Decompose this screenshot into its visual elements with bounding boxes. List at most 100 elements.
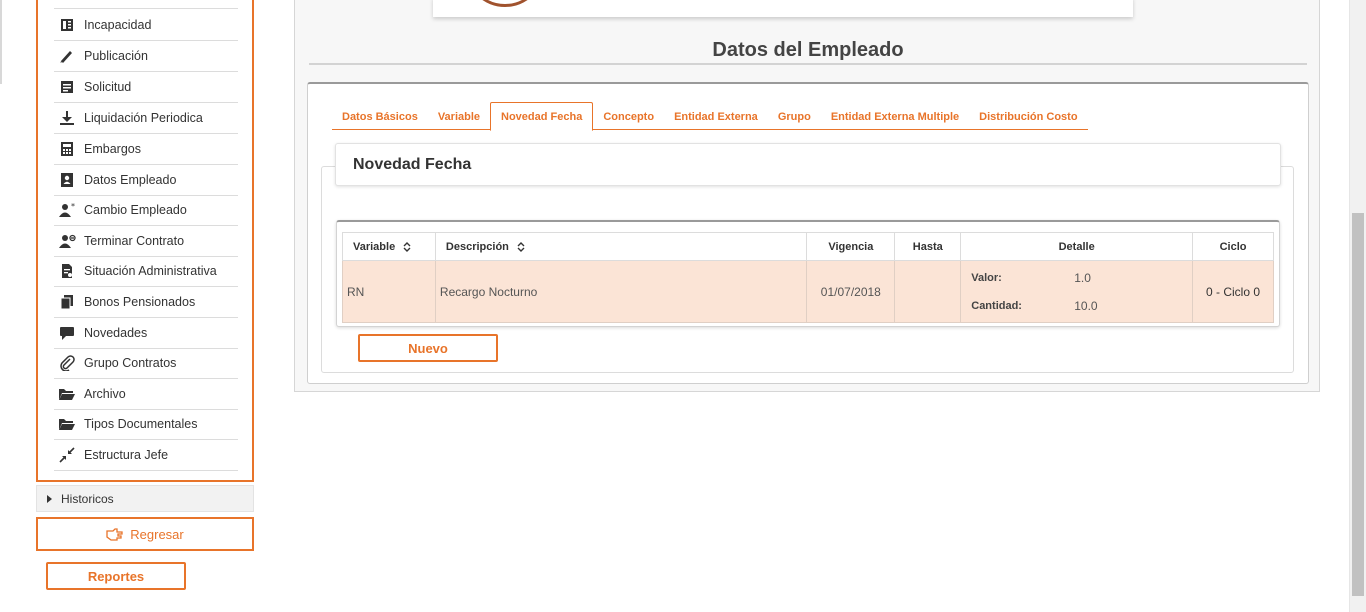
- regresar-label: Regresar: [130, 526, 184, 542]
- reportes-button[interactable]: Reportes: [46, 562, 186, 590]
- regresar-button[interactable]: Regresar: [36, 517, 254, 551]
- novedad-table-container: Variable Descripción Vigencia Hasta Deta…: [336, 220, 1280, 327]
- avatar: [465, 0, 545, 7]
- cantidad-label: Cantidad:: [971, 299, 1022, 312]
- sidebar-item-liquidacion-periodica[interactable]: Liquidación Periodica: [54, 103, 238, 134]
- scrollbar-thumb[interactable]: [1352, 213, 1364, 596]
- sidebar-item-solicitud[interactable]: Solicitud: [54, 72, 238, 103]
- caret-right-icon: [47, 494, 52, 503]
- cell-ciclo: 0 - Ciclo 0: [1192, 260, 1274, 323]
- detalle-cantidad: Cantidad: 10.0: [962, 292, 1191, 320]
- profile-card: [433, 0, 1133, 17]
- sidebar-item-situacion-administrativa[interactable]: Situación Administrativa: [54, 256, 238, 287]
- detalle-valor: Valor: 1.0: [962, 264, 1191, 292]
- cell-hasta: [894, 260, 962, 323]
- calculator-icon: [54, 141, 80, 157]
- employee-panel: Datos del Empleado Datos Básicos Variabl…: [294, 0, 1320, 392]
- sidebar-item-label: Tipos Documentales: [84, 417, 198, 431]
- sidebar-item-datos-empleado[interactable]: Datos Empleado: [54, 165, 238, 196]
- book-icon: [54, 17, 80, 33]
- sidebar-item-tipos-documentales[interactable]: Tipos Documentales: [54, 409, 238, 440]
- page-title: Datos del Empleado: [712, 39, 904, 61]
- tab-bar: Datos Básicos Variable Novedad Fecha Con…: [332, 102, 1088, 131]
- tab-grupo[interactable]: Grupo: [768, 104, 821, 130]
- column-header-detalle: Detalle: [960, 232, 1194, 261]
- sidebar-item-label: Publicación: [84, 49, 148, 63]
- sidebar-item-label: Embargos: [84, 142, 141, 156]
- cell-descripcion: Recargo Nocturno: [434, 260, 808, 323]
- column-header-hasta: Hasta: [894, 232, 962, 261]
- sidebar-item-terminar-contrato[interactable]: Terminar Contrato: [54, 226, 238, 257]
- historicos-toggle[interactable]: Historicos: [36, 485, 254, 512]
- hand-pointing-icon: [106, 528, 123, 541]
- sidebar-item-label: Datos Empleado: [84, 173, 177, 187]
- file-report-icon: [54, 263, 80, 279]
- tab-novedad-fecha[interactable]: Novedad Fecha: [490, 102, 594, 131]
- novedad-table: Variable Descripción Vigencia Hasta Deta…: [342, 232, 1274, 323]
- sidebar-item-publicacion[interactable]: Publicación: [54, 41, 238, 72]
- panel-title: Novedad Fecha: [335, 143, 1281, 186]
- cell-detalle: Valor: 1.0 Cantidad: 10.0: [960, 260, 1194, 323]
- sidebar-item-label: Bonos Pensionados: [84, 295, 196, 309]
- employee-data-card: Datos Básicos Variable Novedad Fecha Con…: [307, 82, 1309, 384]
- sidebar-item-archivo[interactable]: Archivo: [54, 379, 238, 410]
- cell-vigencia: 01/07/2018: [806, 260, 896, 323]
- sidebar-item-incapacidad[interactable]: Incapacidad: [54, 10, 238, 41]
- table-row[interactable]: RN Recargo Nocturno 01/07/2018 Valor: 1.…: [342, 260, 1274, 323]
- paperclip-icon: [54, 355, 80, 371]
- folder-open-icon: [54, 416, 80, 432]
- tab-entidad-externa[interactable]: Entidad Externa: [664, 104, 768, 130]
- sidebar-item-bonos-pensionados[interactable]: Bonos Pensionados: [54, 287, 238, 318]
- sidebar-item-label: Archivo: [84, 387, 126, 401]
- contact-card-icon: [54, 172, 80, 188]
- sidebar-item-label: Liquidación Periodica: [84, 111, 203, 125]
- folder-open-icon: [54, 386, 80, 402]
- page-edge-shadow: [0, 0, 2, 84]
- sort-icon: [517, 241, 525, 252]
- pen-icon: [54, 48, 80, 64]
- sidebar-item-estructura-jefe[interactable]: Estructura Jefe: [54, 440, 238, 471]
- cantidad-value: 10.0: [1074, 298, 1098, 313]
- sidebar-item-label: Situación Administrativa: [84, 264, 217, 278]
- tab-datos-basicos[interactable]: Datos Básicos: [332, 104, 428, 130]
- column-header-vigencia: Vigencia: [806, 232, 896, 261]
- nuevo-button[interactable]: Nuevo: [358, 334, 498, 362]
- valor-value: 1.0: [1074, 270, 1091, 285]
- sort-icon: [403, 241, 411, 252]
- sidebar-item-label: Terminar Contrato: [84, 234, 185, 248]
- files-icon: [54, 294, 80, 310]
- tab-concepto[interactable]: Concepto: [593, 104, 664, 130]
- sidebar-menu: Incapacidad Publicación Solicitud Liquid…: [36, 0, 254, 482]
- sidebar-item-label: Solicitud: [84, 80, 132, 94]
- column-header-ciclo: Ciclo: [1192, 232, 1274, 261]
- page-scrollbar[interactable]: [1349, 0, 1366, 612]
- sidebar-item-label: Grupo Contratos: [84, 356, 177, 370]
- sidebar-item-partial[interactable]: [54, 0, 238, 9]
- user-change-icon: *: [54, 202, 80, 218]
- sidebar-item-grupo-contratos[interactable]: Grupo Contratos: [54, 348, 238, 379]
- sidebar-item-cambio-empleado[interactable]: * Cambio Empleado: [54, 195, 238, 226]
- column-header-descripcion[interactable]: Descripción: [434, 232, 808, 261]
- user-remove-icon: [54, 233, 80, 249]
- chat-bubble-icon: [54, 325, 80, 341]
- tab-variable[interactable]: Variable: [428, 104, 490, 130]
- tab-entidad-externa-multiple[interactable]: Entidad Externa Multiple: [821, 104, 969, 130]
- divider: [309, 63, 1307, 65]
- document-icon: [54, 79, 80, 95]
- sidebar-item-label: Incapacidad: [84, 18, 152, 32]
- svg-text:*: *: [71, 202, 75, 211]
- column-header-variable[interactable]: Variable: [342, 232, 436, 261]
- sidebar-item-novedades[interactable]: Novedades: [54, 318, 238, 349]
- sidebar-item-embargos[interactable]: Embargos: [54, 134, 238, 165]
- compress-arrows-icon: [54, 447, 80, 463]
- sidebar-item-label: Estructura Jefe: [84, 448, 169, 462]
- sidebar-item-label: Cambio Empleado: [84, 203, 187, 217]
- cell-variable: RN: [342, 260, 436, 323]
- nuevo-label: Nuevo: [408, 340, 448, 356]
- valor-label: Valor:: [971, 271, 1002, 284]
- sidebar-item-label: Novedades: [84, 326, 148, 340]
- tab-distribucion-costo[interactable]: Distribución Costo: [969, 104, 1087, 130]
- reportes-label: Reportes: [87, 568, 145, 584]
- historicos-label: Historicos: [61, 491, 114, 506]
- download-icon: [54, 110, 80, 126]
